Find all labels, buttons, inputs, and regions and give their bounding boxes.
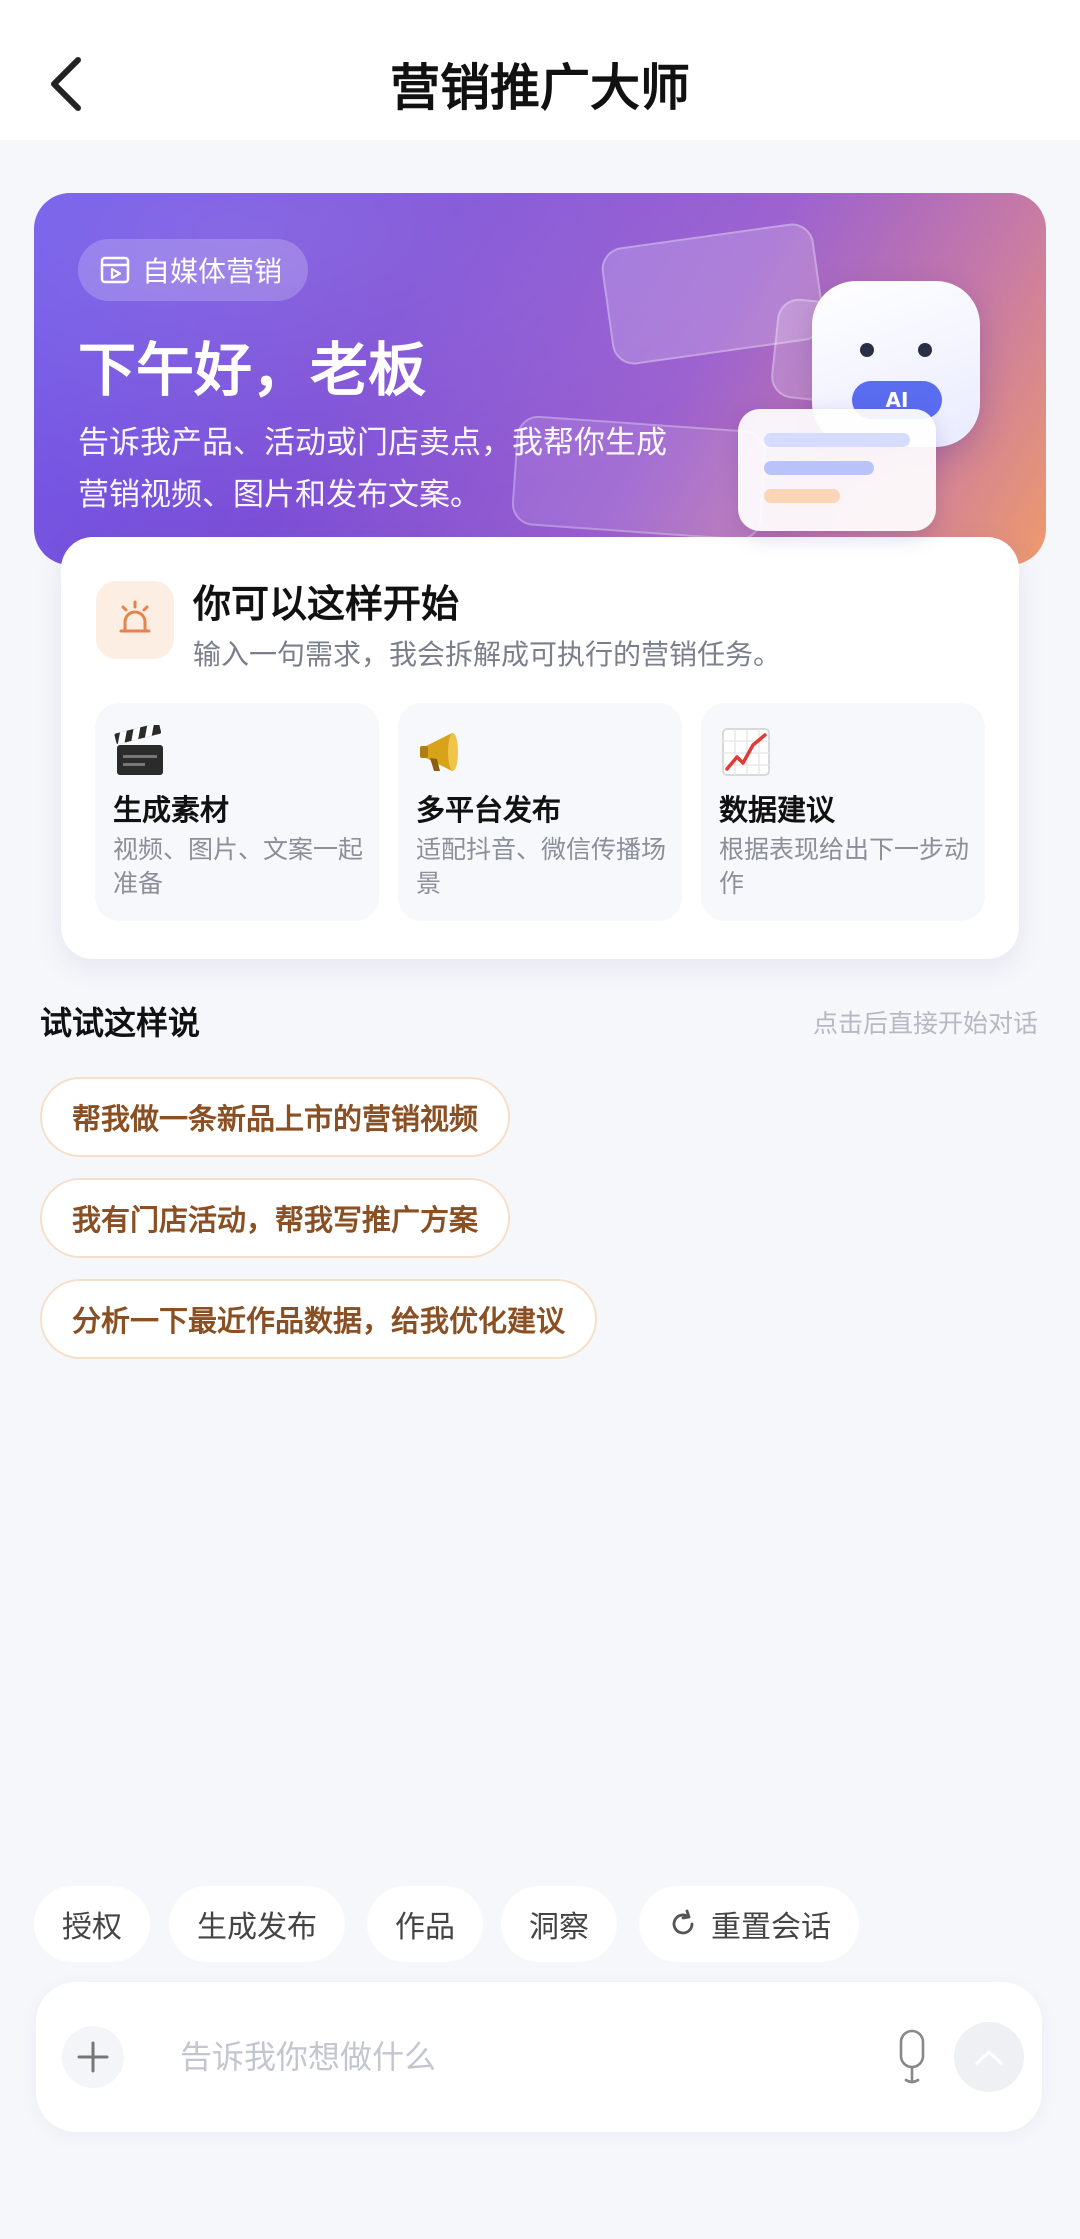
feature-title: 数据建议 [719,793,836,827]
suggestion-chip[interactable]: 分析一下最近作品数据，给我优化建议 [40,1279,598,1359]
quick-action-generate-publish[interactable]: 生成发布 [169,1886,345,1962]
feature-title: 多平台发布 [416,793,562,827]
quick-action-label: 生成发布 [197,1910,317,1945]
feature-desc: 视频、图片、文案一起准备 [113,835,364,898]
quick-action-authorize[interactable]: 授权 [34,1886,150,1962]
robot-eye [860,343,874,357]
feature-desc: 根据表现给出下一步动作 [719,835,970,898]
clapper-board-icon [114,725,163,775]
suggestions-title: 试试这样说 [40,1004,201,1042]
start-icon-box [96,581,174,659]
app-page: 营销推广大师 自媒体营销 下午好，老板 告诉我产品、活动或门店卖点，我帮你生成营… [0,0,1080,2239]
decor-info-card [738,409,936,531]
start-title: 你可以这样开始 [193,582,460,626]
send-button[interactable] [954,2022,1024,2092]
category-badge[interactable]: 自媒体营销 [78,239,309,301]
trend-chart-icon [722,728,770,776]
chat-input[interactable] [180,2022,880,2092]
voice-input-button[interactable] [882,2024,942,2090]
page-title: 营销推广大师 [390,59,690,117]
decor-bar [764,433,910,447]
chat-composer [36,1982,1042,2132]
feature-desc: 适配抖音、微信传播场景 [416,835,667,898]
decor-bar [764,489,840,503]
category-badge-label: 自媒体营销 [142,255,283,288]
feature-card-publish[interactable]: 多平台发布 适配抖音、微信传播场景 [398,703,682,921]
alarm-bell-icon [119,600,151,633]
quick-action-label: 授权 [62,1910,122,1945]
video-frame-icon [100,256,130,284]
top-bar: 营销推广大师 [0,0,1080,140]
suggestions-hint: 点击后直接开始对话 [812,1009,1038,1038]
greeting-title: 下午好，老板 [78,336,427,404]
suggestion-chip[interactable]: 我有门店活动，帮我写推广方案 [40,1178,511,1258]
attach-button[interactable] [62,2026,124,2088]
decor-glass-card [598,220,828,368]
send-arrow-icon [975,2050,1003,2065]
reset-session-button[interactable]: 重置会话 [639,1886,859,1962]
quick-action-label: 重置会话 [711,1910,831,1945]
plus-icon [77,2041,109,2073]
hero-banner: 自媒体营销 下午好，老板 告诉我产品、活动或门店卖点，我帮你生成营销视频、图片和… [34,193,1046,565]
refresh-icon [672,1909,694,1935]
microphone-icon [899,2029,925,2084]
megaphone-icon [420,733,458,771]
suggestion-chip[interactable]: 帮我做一条新品上市的营销视频 [40,1077,511,1157]
feature-card-insights[interactable]: 数据建议 根据表现给出下一步动作 [701,703,985,921]
hero-description: 告诉我产品、活动或门店卖点，我帮你生成营销视频、图片和发布文案。 [78,425,667,513]
quick-action-label: 作品 [395,1910,455,1945]
get-started-card: 你可以这样开始 输入一句需求，我会拆解成可执行的营销任务。 生成素材 视频、图片… [61,537,1019,959]
robot-eye [918,343,932,357]
decor-bar [764,461,874,475]
quick-action-works[interactable]: 作品 [367,1886,483,1962]
start-subtitle: 输入一句需求，我会拆解成可执行的营销任务。 [193,638,782,671]
feature-card-generate[interactable]: 生成素材 视频、图片、文案一起准备 [95,703,379,921]
feature-title: 生成素材 [113,793,230,827]
quick-action-insights[interactable]: 洞察 [501,1886,617,1962]
quick-action-label: 洞察 [529,1910,589,1945]
